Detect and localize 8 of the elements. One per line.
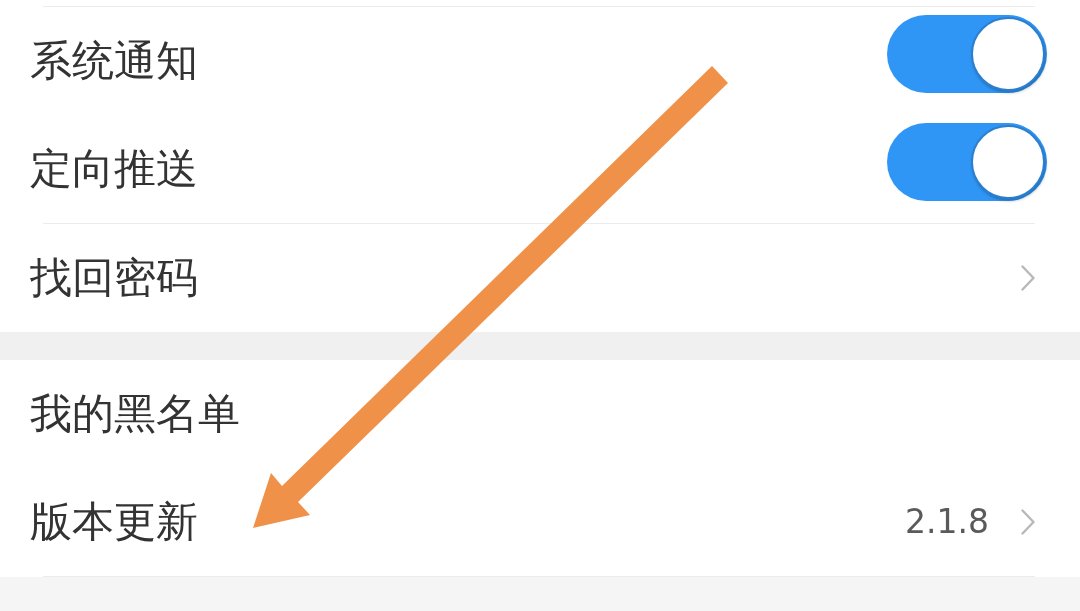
setting-label: 定向推送: [30, 143, 198, 195]
setting-label[interactable]: 版本更新: [30, 496, 198, 548]
setting-label: 系统通知: [30, 35, 198, 87]
chevron-right-icon: [1021, 265, 1035, 291]
setting-label[interactable]: 找回密码: [30, 252, 198, 304]
setting-label[interactable]: 我的黑名单: [30, 388, 240, 440]
version-value: 2.1.8: [905, 502, 989, 542]
chevron-right-icon: [1021, 509, 1035, 535]
